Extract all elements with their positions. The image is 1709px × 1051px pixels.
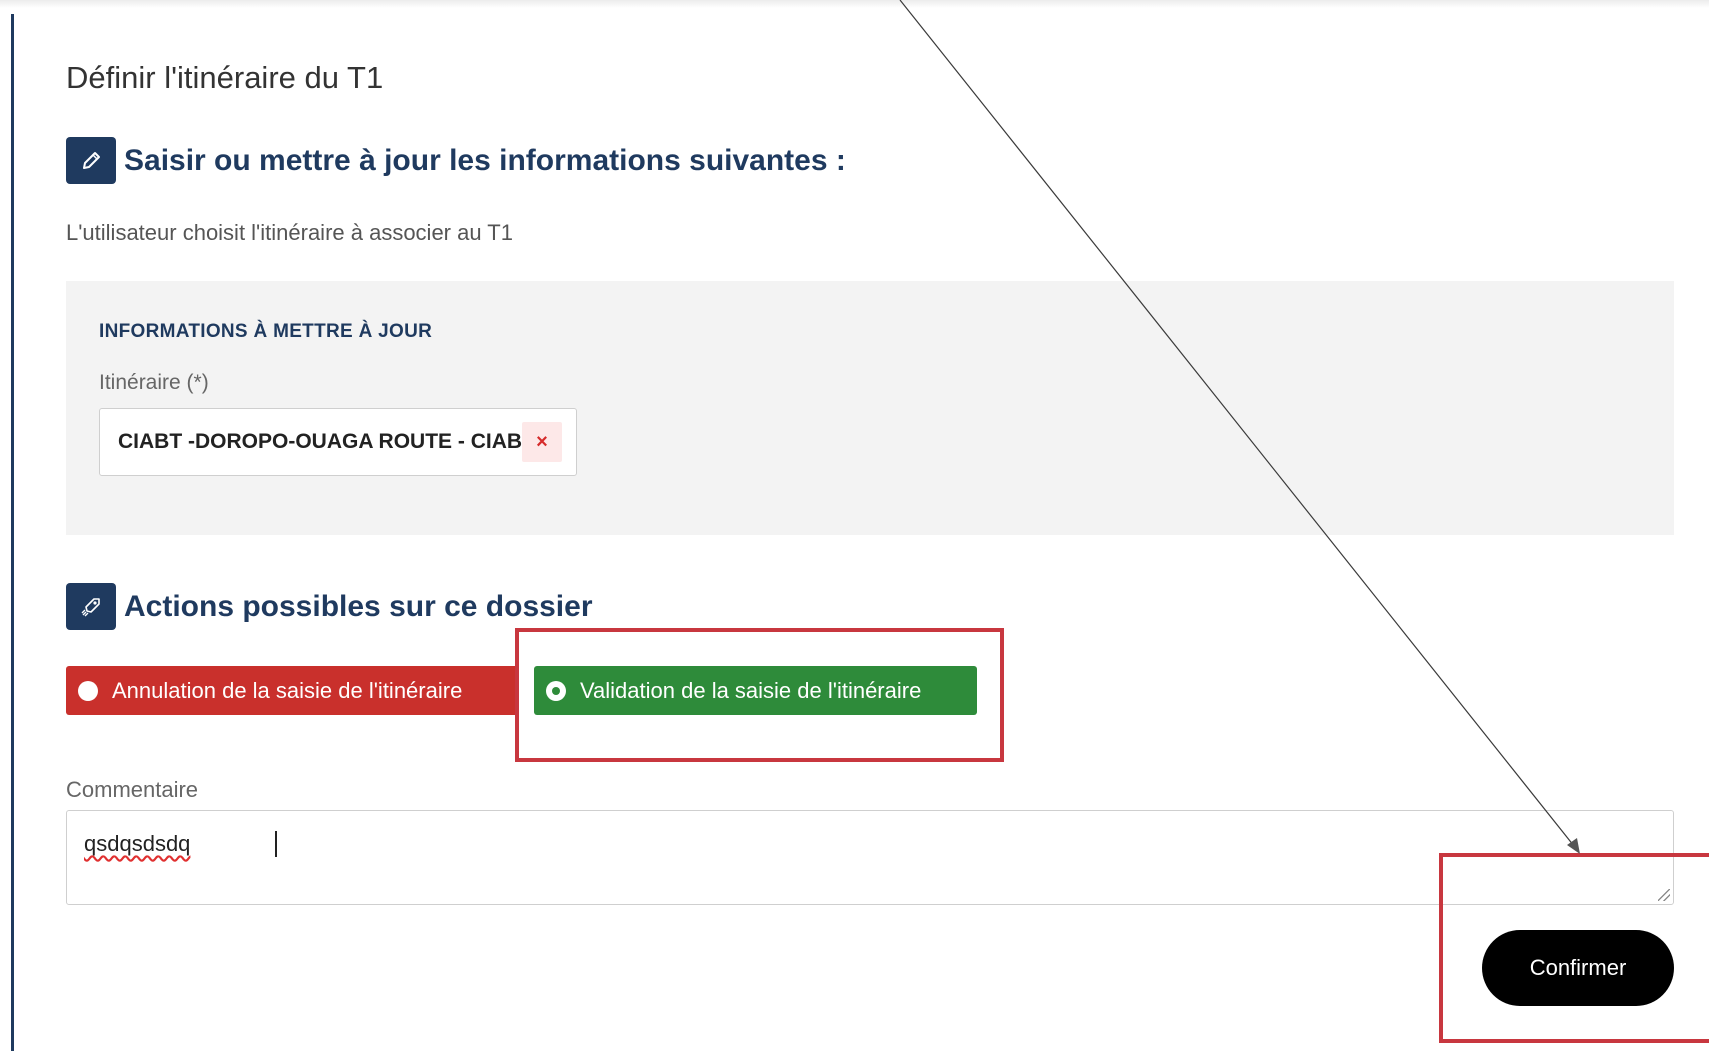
comment-label: Commentaire [66, 777, 199, 802]
annotation-highlight-confirm [1439, 853, 1709, 1043]
clear-selection-icon[interactable]: × [522, 422, 562, 462]
itinerary-label: Itinéraire (*) [99, 371, 209, 394]
cancel-itinerary-option[interactable]: Annulation de la saisie de l'itinéraire [66, 666, 518, 715]
annotation-highlight-validation [515, 628, 1004, 762]
info-panel: INFORMATIONS À METTRE À JOUR Itinéraire … [66, 281, 1674, 535]
edit-section-header: Saisir ou mettre à jour les informations… [66, 137, 846, 184]
top-shadow [0, 0, 1709, 8]
actions-section-title: Actions possibles sur ce dossier [124, 589, 593, 623]
edit-section-title: Saisir ou mettre à jour les informations… [124, 143, 846, 177]
panel-heading: INFORMATIONS À METTRE À JOUR [99, 321, 433, 342]
actions-section-header: Actions possibles sur ce dossier [66, 583, 593, 630]
pencil-icon [66, 137, 116, 184]
page-title: Définir l'itinéraire du T1 [66, 60, 384, 95]
edit-section-description: L'utilisateur choisit l'itinéraire à ass… [66, 220, 513, 245]
itinerary-selected-value: CIABT -DOROPO-OUAGA ROUTE - CIABT [118, 430, 528, 453]
rocket-icon [66, 583, 116, 630]
cancel-itinerary-label: Annulation de la saisie de l'itinéraire [112, 677, 463, 703]
radio-unselected-icon [78, 680, 98, 701]
comment-value: qsdqsdsdq [84, 831, 191, 856]
text-caret [275, 831, 277, 857]
page: Définir l'itinéraire du T1 Saisir ou met… [0, 0, 1709, 1051]
left-accent-border [11, 14, 14, 1051]
itinerary-select[interactable]: CIABT -DOROPO-OUAGA ROUTE - CIABT × [99, 408, 577, 476]
comment-textarea[interactable]: qsdqsdsdq [66, 810, 1674, 905]
